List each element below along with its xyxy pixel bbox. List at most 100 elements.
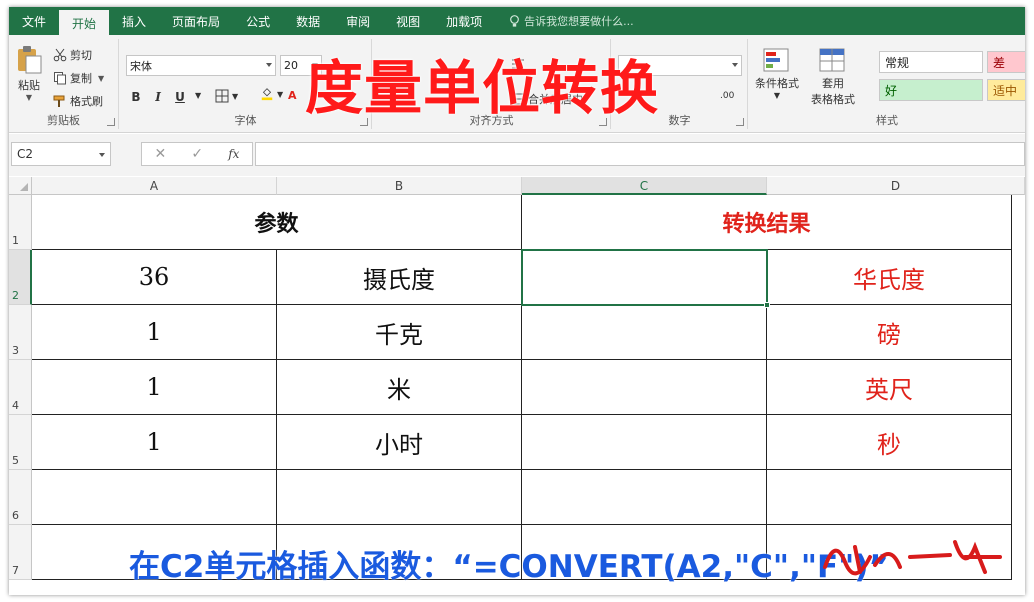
- tab-home[interactable]: 开始: [59, 10, 110, 35]
- cell-c2[interactable]: [522, 250, 767, 305]
- table-format-icon: [819, 48, 845, 72]
- paste-icon: [18, 46, 42, 74]
- column-header-b[interactable]: B: [277, 177, 522, 195]
- cell-b3[interactable]: 千克: [277, 305, 522, 360]
- tab-data[interactable]: 数据: [283, 7, 333, 35]
- style-normal[interactable]: 常规: [879, 51, 983, 73]
- chevron-down-icon: ▼: [773, 91, 781, 100]
- tab-insert[interactable]: 插入: [109, 7, 159, 35]
- tab-view[interactable]: 视图: [383, 7, 433, 35]
- chevron-down-icon: [266, 63, 272, 67]
- group-clipboard: 粘贴 ▼ 剪切 复制 ▼ 格式刷 剪贴板: [9, 39, 119, 129]
- tell-me-box[interactable]: 告诉我您想要做什么...: [495, 7, 634, 35]
- font-color-button[interactable]: A: [288, 89, 297, 102]
- lightbulb-icon: [510, 14, 520, 27]
- cell-a5[interactable]: 1: [32, 415, 277, 470]
- number-launcher-icon[interactable]: [736, 118, 744, 126]
- row-header-1[interactable]: 1: [9, 195, 32, 250]
- borders-icon: [215, 89, 229, 103]
- cell-b4[interactable]: 米: [277, 360, 522, 415]
- name-box[interactable]: C2: [11, 142, 111, 166]
- cell-a4[interactable]: 1: [32, 360, 277, 415]
- conditional-formatting-button[interactable]: 条件格式 ▼: [755, 47, 799, 100]
- row-header-2[interactable]: 2: [9, 250, 32, 305]
- enter-icon[interactable]: ✓: [191, 146, 203, 162]
- cancel-icon[interactable]: ✕: [155, 146, 167, 162]
- chevron-down-icon: ▼: [232, 91, 239, 101]
- row-header-4[interactable]: 4: [9, 360, 32, 415]
- cell-d2[interactable]: 华氏度: [767, 250, 1012, 305]
- cell-c4[interactable]: [522, 360, 767, 415]
- style-bad[interactable]: 差: [987, 51, 1025, 73]
- cell-c1-result-header[interactable]: 转换结果: [522, 195, 1012, 250]
- tab-addins[interactable]: 加载项: [433, 7, 495, 35]
- style-good[interactable]: 好: [879, 79, 983, 101]
- column-header-d[interactable]: D: [767, 177, 1025, 195]
- underline-button[interactable]: U: [170, 87, 190, 107]
- cell-a2[interactable]: 36: [32, 250, 277, 305]
- tab-file[interactable]: 文件: [9, 7, 59, 35]
- bold-button[interactable]: B: [126, 87, 146, 107]
- tab-formulas[interactable]: 公式: [233, 7, 283, 35]
- format-painter-icon: [53, 95, 65, 107]
- cell-d6[interactable]: [767, 470, 1012, 525]
- chevron-down-icon: ▼: [195, 91, 202, 100]
- insert-function-icon[interactable]: fx: [228, 147, 239, 161]
- font-name-combo[interactable]: 宋体: [126, 55, 276, 76]
- fill-handle[interactable]: [764, 302, 770, 308]
- clipboard-launcher-icon[interactable]: [107, 118, 115, 126]
- fill-bucket-icon: [261, 88, 273, 101]
- copy-icon: [54, 72, 66, 85]
- formula-buttons: ✕ ✓ fx: [141, 142, 253, 166]
- cell-b2[interactable]: 摄氏度: [277, 250, 522, 305]
- conditional-format-icon: [763, 48, 789, 72]
- formula-bar: C2 ✕ ✓ fx: [9, 134, 1025, 176]
- fill-color-button[interactable]: ▼: [260, 87, 283, 101]
- borders-button[interactable]: ▼: [215, 89, 238, 103]
- cell-a1-params-header[interactable]: 参数: [32, 195, 522, 250]
- copy-button[interactable]: 复制 ▼: [53, 70, 104, 86]
- cell-a6[interactable]: [32, 470, 277, 525]
- instruction-caption: 在C2单元格插入函数：“=CONVERT(A2,"C","F")”: [129, 549, 889, 585]
- tab-review[interactable]: 审阅: [333, 7, 383, 35]
- format-painter-button[interactable]: 格式刷: [53, 93, 103, 109]
- increase-decimal-button[interactable]: .00: [720, 91, 734, 101]
- clipboard-group-label: 剪贴板: [47, 114, 80, 127]
- cell-d5[interactable]: 秒: [767, 415, 1012, 470]
- column-header-c[interactable]: C: [522, 177, 767, 195]
- signature-watermark: [823, 540, 1002, 576]
- cell-b6[interactable]: [277, 470, 522, 525]
- row-header-5[interactable]: 5: [9, 415, 32, 470]
- column-header-a[interactable]: A: [32, 177, 277, 195]
- style-neutral[interactable]: 适中: [987, 79, 1025, 101]
- chevron-down-icon: ▼: [98, 73, 105, 83]
- cell-d3[interactable]: 磅: [767, 305, 1012, 360]
- group-styles: 条件格式 ▼ 套用 表格格式 常规 差 好 适中 样式: [749, 39, 1025, 129]
- formula-input[interactable]: [255, 142, 1025, 166]
- cut-button[interactable]: 剪切: [53, 47, 92, 63]
- chevron-down-icon: ▼: [277, 89, 284, 99]
- format-as-table-button[interactable]: 套用 表格格式: [811, 47, 855, 107]
- italic-button[interactable]: I: [148, 87, 168, 107]
- ribbon-tab-bar: 文件 开始 插入 页面布局 公式 数据 审阅 视图 加载项 告诉我您想要做什么.…: [9, 7, 1025, 35]
- select-all-button[interactable]: [9, 177, 32, 195]
- chevron-down-icon: [732, 63, 738, 67]
- styles-group-label: 样式: [876, 114, 898, 127]
- overlay-title: 度量单位转换: [305, 54, 660, 122]
- scissors-icon: [53, 48, 67, 62]
- row-header-6[interactable]: 6: [9, 470, 32, 525]
- select-all-icon: [20, 183, 28, 191]
- tell-me-text: 告诉我您想要做什么...: [524, 15, 634, 28]
- cell-c6[interactable]: [522, 470, 767, 525]
- row-header-7[interactable]: 7: [9, 525, 32, 580]
- chevron-down-icon: ▼: [25, 93, 33, 102]
- tab-page-layout[interactable]: 页面布局: [159, 7, 233, 35]
- underline-dropdown[interactable]: ▼: [195, 91, 201, 100]
- cell-a3[interactable]: 1: [32, 305, 277, 360]
- cell-b5[interactable]: 小时: [277, 415, 522, 470]
- cell-c5[interactable]: [522, 415, 767, 470]
- row-header-3[interactable]: 3: [9, 305, 32, 360]
- paste-button[interactable]: 粘贴 ▼: [15, 45, 43, 102]
- cell-c3[interactable]: [522, 305, 767, 360]
- cell-d4[interactable]: 英尺: [767, 360, 1012, 415]
